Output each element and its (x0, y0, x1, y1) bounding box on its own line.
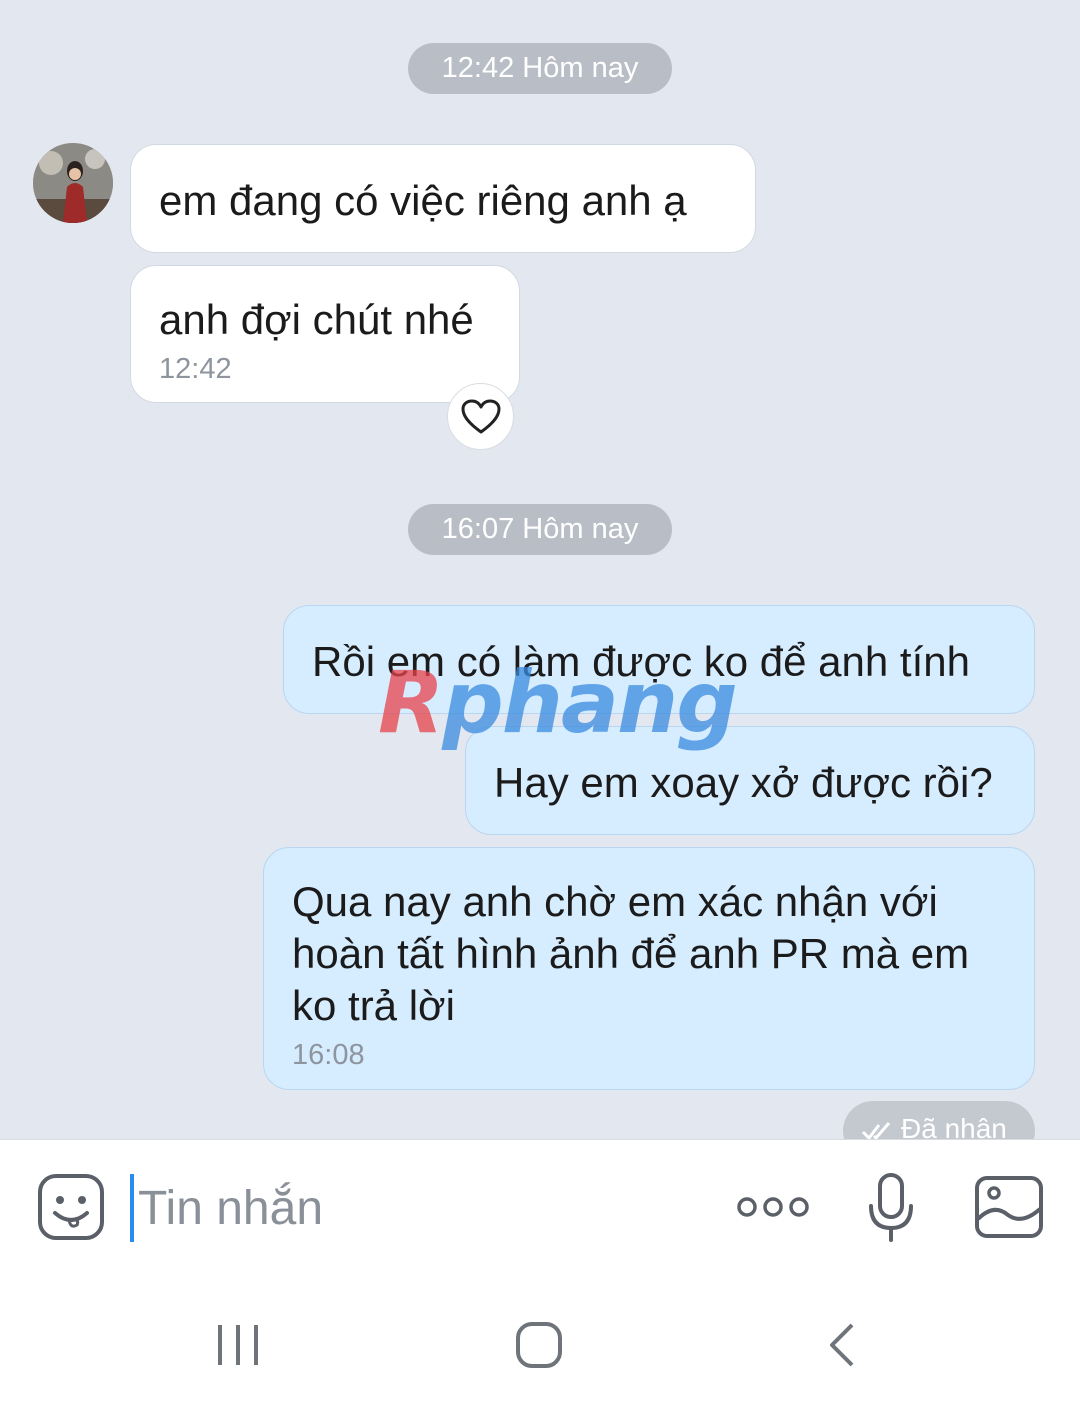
heart-icon (461, 399, 500, 433)
gallery-button[interactable] (974, 1175, 1044, 1239)
home-icon (516, 1322, 562, 1368)
chat-area: 12:42 Hôm nay em đang có việc riêng anh … (0, 0, 1080, 1139)
back-button[interactable] (822, 1321, 862, 1369)
heart-react-button[interactable] (447, 383, 514, 450)
microphone-icon (869, 1173, 913, 1242)
message-text: anh đợi chút nhé (159, 296, 474, 343)
watermark-accent: R (378, 653, 444, 753)
avatar[interactable] (33, 143, 113, 223)
image-icon (975, 1176, 1043, 1238)
message-time: 16:08 (292, 1039, 365, 1071)
back-icon (830, 1323, 854, 1367)
message-line: Qua nay anh chờ em xác nhận với (292, 878, 938, 925)
home-button[interactable] (515, 1321, 563, 1369)
time-separator: 16:07 Hôm nay (408, 504, 672, 555)
voice-button[interactable] (866, 1172, 916, 1244)
incoming-message[interactable]: em đang có việc riêng anh ạ (130, 144, 756, 253)
message-line: hoàn tất hình ảnh để anh PR mà em (292, 930, 970, 977)
message-text: Hay em xoay xở được rồi? (494, 759, 993, 806)
smiley-icon (38, 1174, 104, 1240)
incoming-message[interactable]: anh đợi chút nhé 12:42 (130, 265, 520, 403)
message-input[interactable] (130, 1174, 690, 1242)
watermark-rest: phang (442, 653, 738, 753)
double-check-icon (861, 1121, 891, 1139)
delivery-status: Đã nhận (843, 1101, 1035, 1139)
watermark-logo: Rphang (378, 658, 738, 748)
message-text: em đang có việc riêng anh ạ (159, 177, 687, 224)
recent-apps-icon (218, 1325, 258, 1365)
system-nav-bar (0, 1279, 1080, 1410)
emoji-button[interactable] (37, 1173, 105, 1241)
more-button[interactable] (735, 1188, 811, 1226)
recent-apps-button[interactable] (214, 1321, 262, 1369)
time-separator: 12:42 Hôm nay (408, 43, 672, 94)
more-icon (737, 1197, 809, 1217)
outgoing-message[interactable]: Qua nay anh chờ em xác nhận với hoàn tất… (263, 847, 1035, 1090)
delivery-status-text: Đã nhận (901, 1113, 1007, 1139)
message-line: ko trả lời (292, 982, 455, 1029)
message-time: 12:42 (159, 353, 232, 385)
